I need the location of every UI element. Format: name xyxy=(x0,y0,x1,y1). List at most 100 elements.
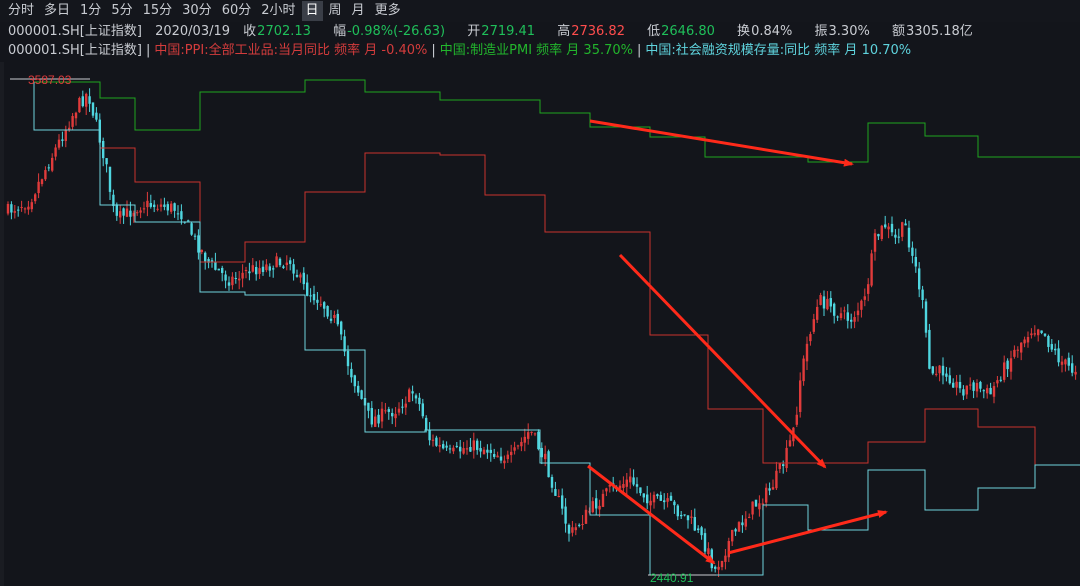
candle-body xyxy=(479,448,482,452)
candle-body xyxy=(986,388,989,394)
candle-body xyxy=(1016,349,1019,351)
period-tab-10[interactable]: 月 xyxy=(348,1,369,21)
candle-body xyxy=(574,527,577,531)
candle-body xyxy=(221,267,224,273)
candle-body xyxy=(751,501,754,515)
candle-body xyxy=(299,274,302,278)
candle-body xyxy=(44,170,47,180)
candle-body xyxy=(17,209,20,211)
legend-ppi[interactable]: 中国:PPI:全部工业品:当月同比 频率 月 -0.40% xyxy=(154,43,427,58)
arrow-pmi-trend xyxy=(589,119,854,167)
candle-body xyxy=(992,386,996,397)
candle-body xyxy=(149,203,152,207)
candle-body xyxy=(584,509,588,524)
candle-body xyxy=(462,448,465,454)
candle-body xyxy=(744,518,747,527)
legend-tsf[interactable]: 中国:社会融资规模存量:同比 频率 月 10.70% xyxy=(645,43,911,58)
candle-body xyxy=(486,449,489,453)
candle-body xyxy=(975,383,979,392)
candle-body xyxy=(428,430,431,441)
candle-body xyxy=(839,313,843,318)
candle-body xyxy=(197,235,200,253)
candle-body xyxy=(37,181,40,194)
candle-body xyxy=(816,306,819,320)
legend-separator: | xyxy=(637,43,642,58)
candle-body xyxy=(187,220,190,222)
candle-body xyxy=(965,385,968,395)
legend-symbol[interactable]: 000001.SH[上证指数] xyxy=(8,43,142,58)
candle-body xyxy=(238,278,241,281)
indicator-overlays xyxy=(33,79,1080,576)
candle-body xyxy=(455,445,458,447)
candle-body xyxy=(350,368,353,378)
candle-body xyxy=(530,431,533,433)
candle-body xyxy=(200,249,203,253)
candle-body xyxy=(397,408,401,413)
turnover-label: 换 xyxy=(737,24,751,39)
candle-body xyxy=(999,379,1002,381)
period-tab-6[interactable]: 60分 xyxy=(218,1,256,21)
candle-body xyxy=(666,498,669,502)
candle-body xyxy=(1074,371,1077,375)
symbol-label[interactable]: 000001.SH[上证指数] xyxy=(8,24,142,39)
candle-body xyxy=(476,440,479,450)
candle-body xyxy=(190,223,193,235)
candle-body xyxy=(782,464,785,467)
close-label: 收 xyxy=(243,24,257,39)
candle-body xyxy=(571,527,574,533)
indicator-legend: 000001.SH[上证指数] | 中国:PPI:全部工业品:当月同比 频率 月 -… xyxy=(0,41,1080,61)
period-tab-11[interactable]: 更多 xyxy=(371,1,405,21)
candle-body xyxy=(40,179,44,185)
candle-body xyxy=(30,202,33,210)
open-field: 开2719.41 xyxy=(467,24,544,39)
candle-body xyxy=(802,358,805,382)
candle-body xyxy=(146,200,149,208)
period-tab-9[interactable]: 周 xyxy=(325,1,346,21)
kline-chart[interactable]: 3587.03 2440.91 xyxy=(0,62,1080,586)
amplitude-field: 振3.30% xyxy=(815,24,879,39)
candle-body xyxy=(353,375,356,387)
candle-body xyxy=(367,402,370,411)
candle-body xyxy=(850,319,853,322)
candle-body xyxy=(890,223,894,233)
legend-pmi[interactable]: 中国:制造业PMI 频率 月 35.70% xyxy=(440,43,633,58)
candle-body xyxy=(421,403,424,417)
candle-body xyxy=(625,479,628,487)
candle-body xyxy=(1040,330,1043,333)
candle-body xyxy=(836,316,839,318)
legend-separator: | xyxy=(145,43,151,58)
ppi-step-line xyxy=(100,147,1080,466)
candle-body xyxy=(136,212,139,214)
candle-body xyxy=(843,310,846,312)
candle-body xyxy=(856,310,860,316)
period-tab-4[interactable]: 15分 xyxy=(139,1,177,21)
period-tab-2[interactable]: 1分 xyxy=(76,1,105,21)
period-tab-7[interactable]: 2小时 xyxy=(257,1,299,21)
period-tab-5[interactable]: 30分 xyxy=(178,1,216,21)
candle-body xyxy=(907,227,911,248)
candle-body xyxy=(251,265,254,272)
close-field: 收2702.13 xyxy=(243,24,320,39)
candle-body xyxy=(139,210,142,213)
candle-body xyxy=(601,493,605,507)
candle-body xyxy=(795,414,798,425)
candle-body xyxy=(214,261,217,270)
candle-body xyxy=(231,276,234,286)
candle-body xyxy=(676,505,679,517)
candle-body xyxy=(115,204,118,216)
candle-body xyxy=(629,476,632,483)
period-tab-3[interactable]: 5分 xyxy=(107,1,136,21)
candle-body xyxy=(652,494,656,503)
period-tab-8[interactable]: 日 xyxy=(301,1,323,21)
candle-body xyxy=(1067,357,1070,366)
candle-body xyxy=(482,449,486,455)
candle-body xyxy=(683,514,686,516)
candle-body xyxy=(877,234,880,237)
candle-body xyxy=(323,302,326,309)
candle-body xyxy=(1009,358,1013,372)
candle-body xyxy=(1006,360,1009,370)
period-tab-0[interactable]: 分时 xyxy=(4,1,38,21)
low-value: 2646.80 xyxy=(661,24,715,39)
period-tab-1[interactable]: 多日 xyxy=(40,1,74,21)
candle-body xyxy=(27,206,30,210)
